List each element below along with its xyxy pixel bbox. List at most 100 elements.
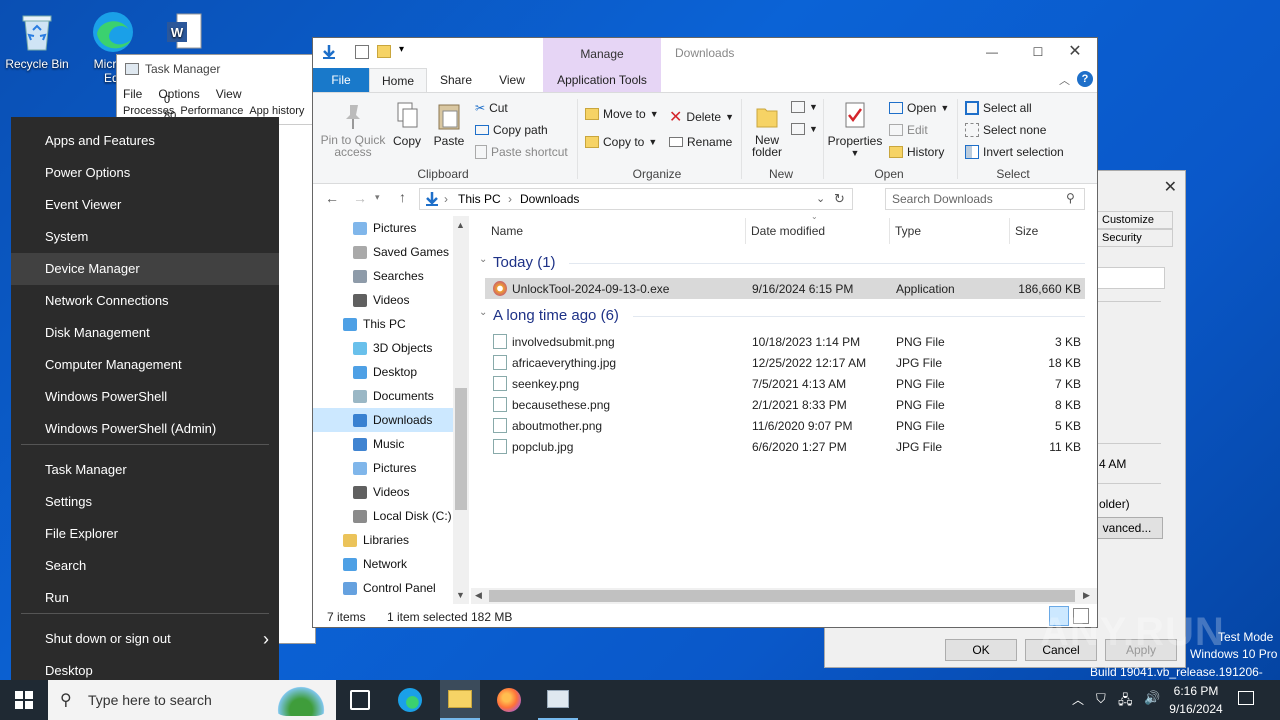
column-name[interactable]: Name <box>491 224 523 238</box>
clock-date[interactable]: 9/16/2024 <box>1166 702 1226 716</box>
task-manager-titlebar[interactable]: Task Manager <box>117 55 315 83</box>
menu-item-file-explorer[interactable]: File Explorer <box>11 518 279 550</box>
file-row[interactable]: popclub.jpg 6/6/2020 1:27 PM JPG File 11 KB <box>485 436 1085 457</box>
back-arrow-icon[interactable]: ← <box>325 190 339 206</box>
nav-item-this-pc[interactable]: This PC <box>313 312 453 336</box>
menu-item-disk-management[interactable]: Disk Management <box>11 317 279 349</box>
nav-item-pictures[interactable]: Pictures <box>313 216 453 240</box>
menu-item-device-manager[interactable]: Device Manager <box>11 253 279 285</box>
properties-quick-icon[interactable] <box>355 45 369 59</box>
start-button[interactable] <box>0 680 48 720</box>
group-long-time-ago[interactable]: A long time ago (6) <box>493 307 619 324</box>
easy-access-button[interactable]: ▼ <box>791 123 818 135</box>
location-field[interactable] <box>1097 267 1165 289</box>
task-manager-taskbar-icon[interactable] <box>538 680 578 720</box>
horizontal-scrollbar[interactable]: ◀ ▶ <box>471 588 1097 604</box>
select-none-button[interactable]: Select none <box>965 123 1046 137</box>
forward-arrow-icon[interactable]: → <box>353 190 367 206</box>
close-icon[interactable]: ✕ <box>1164 177 1177 197</box>
up-arrow-icon[interactable]: ↑ <box>399 189 406 205</box>
nav-item-local-disk-c[interactable]: Local Disk (C:) <box>313 504 453 528</box>
edit-button[interactable]: Edit <box>889 123 928 137</box>
nav-item-network[interactable]: Network <box>313 552 453 576</box>
group-collapse-icon[interactable]: ⌄ <box>479 254 487 265</box>
menu-item-run[interactable]: Run <box>11 582 279 614</box>
menu-item-search[interactable]: Search <box>11 550 279 582</box>
nav-item-saved-games[interactable]: Saved Games <box>313 240 453 264</box>
menu-item-apps-and-features[interactable]: Apps and Features <box>11 125 279 157</box>
file-explorer-taskbar-icon[interactable] <box>440 680 480 720</box>
minimize-icon[interactable]: — <box>969 38 1015 68</box>
invert-selection-button[interactable]: Invert selection <box>965 145 1064 159</box>
group-today[interactable]: Today (1) <box>493 254 556 271</box>
nav-item-control-panel[interactable]: Control Panel <box>313 576 453 600</box>
open-button[interactable]: Open ▼ <box>889 101 949 115</box>
move-to-button[interactable]: Move to ▼ <box>585 107 659 121</box>
nav-scrollbar[interactable]: ▲ ▼ <box>453 216 469 604</box>
notifications-icon[interactable] <box>1238 691 1254 705</box>
file-row[interactable]: seenkey.png 7/5/2021 4:13 AM PNG File 7 KB <box>485 373 1085 394</box>
nav-item-desktop[interactable]: Desktop <box>313 360 453 384</box>
tm-menu-file[interactable]: File <box>123 87 142 101</box>
scroll-down-icon[interactable]: ▼ <box>456 590 465 600</box>
scroll-left-icon[interactable]: ◀ <box>475 590 482 601</box>
scroll-right-icon[interactable]: ▶ <box>1083 590 1090 601</box>
tab-security[interactable]: Security <box>1097 229 1173 247</box>
copy-path-button[interactable]: Copy path <box>475 123 548 137</box>
security-tray-icon[interactable]: ⛉ <box>1096 691 1106 707</box>
title-bar[interactable]: ▾ Manage Downloads — ☐ ✕ <box>313 38 1097 92</box>
paste-shortcut-button[interactable]: Paste shortcut <box>475 145 568 159</box>
paste-button[interactable]: Paste <box>431 101 467 148</box>
address-dropdown-icon[interactable]: ⌄ <box>816 192 825 205</box>
recycle-bin-desktop-icon[interactable]: Recycle Bin <box>0 4 74 71</box>
nav-item-downloads[interactable]: Downloads <box>313 408 453 432</box>
copy-to-button[interactable]: Copy to ▼ <box>585 135 657 149</box>
column-date-modified[interactable]: Date modified <box>751 224 825 238</box>
scroll-thumb[interactable] <box>489 590 1075 602</box>
file-row[interactable]: aboutmother.png 11/6/2020 9:07 PM PNG File… <box>485 415 1085 436</box>
search-downloads-field[interactable]: Search Downloads ⚲ <box>885 188 1085 210</box>
advanced-button[interactable]: vanced... <box>1091 517 1163 539</box>
menu-item-settings[interactable]: Settings <box>11 486 279 518</box>
menu-item-power-options[interactable]: Power Options <box>11 157 279 189</box>
close-icon[interactable]: ✕ <box>1053 38 1097 68</box>
nav-item-libraries[interactable]: Libraries <box>313 528 453 552</box>
volume-tray-icon[interactable]: 🔊 <box>1144 690 1160 706</box>
network-tray-icon[interactable]: 🖧 <box>1118 691 1133 713</box>
tm-menu-view[interactable]: View <box>216 87 242 101</box>
file-row[interactable]: africaeverything.jpg 12/25/2022 12:17 AM J… <box>485 352 1085 373</box>
recent-locations-icon[interactable]: ▾ <box>375 192 380 203</box>
column-type[interactable]: Type <box>895 224 921 238</box>
file-row[interactable]: involvedsubmit.png 10/18/2023 1:14 PM PNG … <box>485 331 1085 352</box>
properties-button[interactable]: Properties ▼ <box>827 101 883 158</box>
task-view-icon[interactable] <box>350 690 370 710</box>
new-item-button[interactable]: ▼ <box>791 101 818 113</box>
nav-item-documents[interactable]: Documents <box>313 384 453 408</box>
menu-item-windows-powershell[interactable]: Windows PowerShell <box>11 381 279 413</box>
show-hidden-icons-icon[interactable]: ︿ <box>1072 691 1084 708</box>
nav-item-3d-objects[interactable]: 3D Objects <box>313 336 453 360</box>
edge-taskbar-icon[interactable] <box>398 688 422 712</box>
tab-home[interactable]: Home <box>369 68 427 92</box>
customize-quick-access-icon[interactable]: ▾ <box>399 44 404 55</box>
tab-file[interactable]: File <box>313 68 369 92</box>
cut-button[interactable]: ✂ Cut <box>475 101 508 115</box>
taskbar-search-box[interactable]: ⚲ Type here to search <box>48 680 336 720</box>
file-explorer-window[interactable]: ▾ Manage Downloads — ☐ ✕ File Home Share… <box>312 37 1098 628</box>
copy-button[interactable]: Copy <box>389 101 425 148</box>
new-folder-button[interactable]: New folder <box>745 101 789 158</box>
menu-item-computer-management[interactable]: Computer Management <box>11 349 279 381</box>
breadcrumb-this-pc[interactable]: This PC <box>458 192 501 206</box>
help-icon[interactable]: ? <box>1077 71 1093 87</box>
quick-access-down-icon[interactable] <box>321 44 337 63</box>
tab-share[interactable]: Share <box>431 68 481 92</box>
file-row[interactable]: UnlockTool-2024-09-13-0.exe 9/16/2024 6:1… <box>485 278 1085 299</box>
menu-item-event-viewer[interactable]: Event Viewer <box>11 189 279 221</box>
select-all-button[interactable]: Select all <box>965 101 1032 115</box>
menu-item-shut-down-or-sign-out[interactable]: Shut down or sign out › <box>11 623 279 655</box>
word-desktop-icon[interactable]: W <box>148 4 222 57</box>
nav-item-videos[interactable]: Videos <box>313 480 453 504</box>
menu-item-task-manager[interactable]: Task Manager <box>11 454 279 486</box>
collapse-ribbon-icon[interactable]: ︿ <box>1059 72 1070 88</box>
group-collapse-icon[interactable]: ⌄ <box>479 307 487 318</box>
